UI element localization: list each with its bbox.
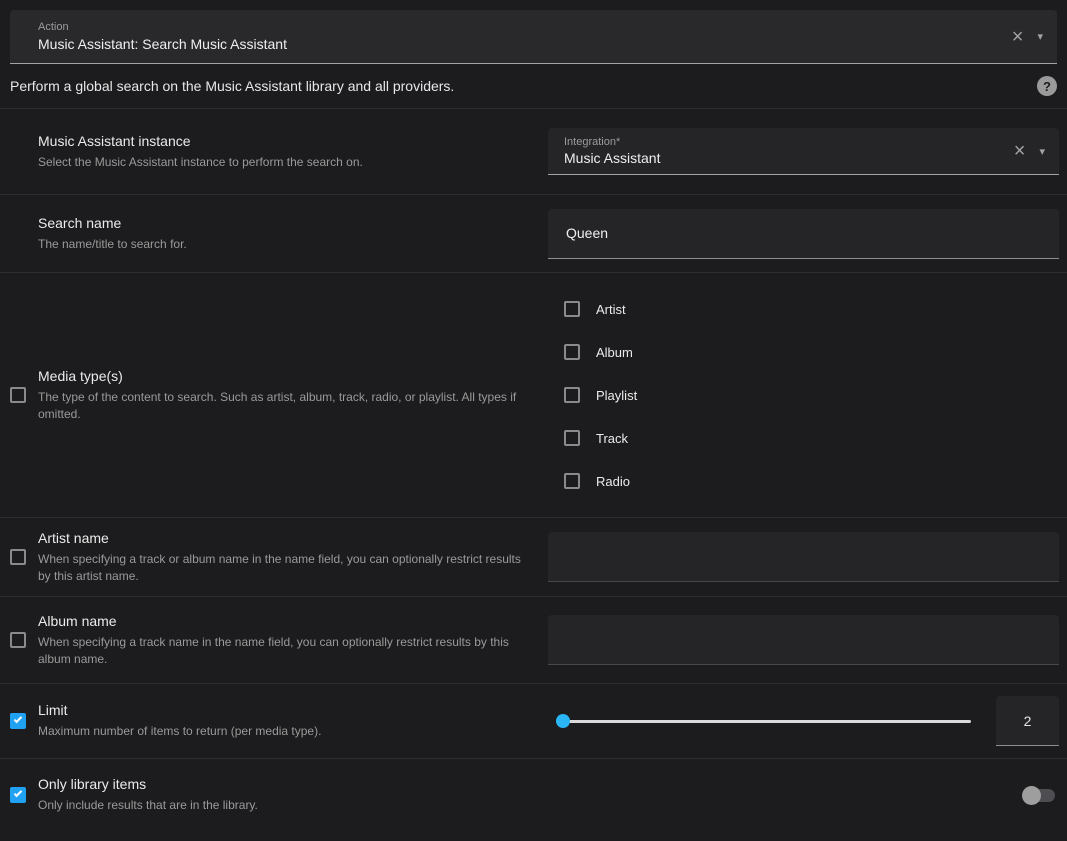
album-name-subtitle: When specifying a track name in the name… — [38, 634, 526, 668]
option-label: Track — [596, 431, 628, 446]
artist-name-field — [548, 532, 1059, 582]
artist-name-input[interactable] — [564, 548, 1043, 566]
integration-select-value: Music Assistant — [564, 150, 1014, 166]
toggle-thumb — [1022, 786, 1041, 805]
action-description: Perform a global search on the Music Ass… — [10, 78, 1037, 94]
media-type-options: Artist Album Playlist Track Radio — [548, 288, 637, 503]
integration-select[interactable]: Integration* Music Assistant × ▾ — [548, 128, 1059, 175]
only-library-title: Only library items — [38, 776, 258, 792]
limit-value: 2 — [1024, 713, 1032, 729]
integration-select-label: Integration* — [564, 136, 1014, 148]
chevron-down-icon[interactable]: ▾ — [1039, 145, 1045, 158]
artist-name-checkbox[interactable] — [10, 549, 26, 565]
limit-value-field[interactable]: 2 — [996, 696, 1059, 746]
clear-icon[interactable]: × — [1014, 141, 1026, 161]
playlist-checkbox[interactable] — [564, 387, 580, 403]
limit-subtitle: Maximum number of items to return (per m… — [38, 723, 321, 740]
field-row-limit: Limit Maximum number of items to return … — [0, 683, 1067, 758]
search-name-input[interactable] — [564, 224, 1043, 242]
only-library-subtitle: Only include results that are in the lib… — [38, 797, 258, 814]
radio-checkbox[interactable] — [564, 473, 580, 489]
only-library-checkbox[interactable] — [10, 787, 26, 803]
album-checkbox[interactable] — [564, 344, 580, 360]
slider-track[interactable] — [556, 720, 971, 723]
action-picker[interactable]: Action Music Assistant: Search Music Ass… — [10, 10, 1057, 64]
search-name-title: Search name — [38, 215, 187, 231]
media-types-checkbox[interactable] — [10, 387, 26, 403]
field-row-only-library: Only library items Only include results … — [0, 758, 1067, 831]
field-row-search-name: Search name The name/title to search for… — [0, 194, 1067, 272]
field-row-instance: Music Assistant instance Select the Musi… — [0, 108, 1067, 194]
media-types-subtitle: The type of the content to search. Such … — [38, 389, 526, 423]
search-name-field — [548, 209, 1059, 259]
album-name-field — [548, 615, 1059, 665]
search-name-subtitle: The name/title to search for. — [38, 236, 187, 253]
artist-checkbox[interactable] — [564, 301, 580, 317]
album-name-checkbox[interactable] — [10, 632, 26, 648]
artist-name-subtitle: When specifying a track or album name in… — [38, 551, 526, 585]
only-library-toggle[interactable] — [1025, 789, 1055, 802]
option-label: Radio — [596, 474, 630, 489]
field-row-media-types: Media type(s) The type of the content to… — [0, 272, 1067, 517]
media-types-title: Media type(s) — [38, 368, 526, 384]
help-icon[interactable]: ? — [1037, 76, 1057, 96]
slider-thumb[interactable] — [556, 714, 570, 728]
option-label: Artist — [596, 302, 626, 317]
media-type-option-album[interactable]: Album — [564, 331, 637, 374]
instance-title: Music Assistant instance — [38, 133, 363, 149]
chevron-down-icon[interactable]: ▾ — [1037, 30, 1043, 43]
check-icon — [14, 715, 22, 723]
limit-slider[interactable] — [556, 713, 971, 729]
action-description-row: Perform a global search on the Music Ass… — [0, 64, 1067, 108]
action-picker-value: Music Assistant: Search Music Assistant — [38, 36, 1012, 52]
limit-title: Limit — [38, 702, 321, 718]
option-label: Album — [596, 345, 633, 360]
action-picker-text: Action Music Assistant: Search Music Ass… — [38, 21, 1012, 52]
option-label: Playlist — [596, 388, 637, 403]
album-name-title: Album name — [38, 613, 526, 629]
limit-checkbox[interactable] — [10, 713, 26, 729]
action-picker-label: Action — [38, 21, 1012, 33]
field-row-artist-name: Artist name When specifying a track or a… — [0, 517, 1067, 596]
album-name-input[interactable] — [564, 631, 1043, 649]
field-row-album-name: Album name When specifying a track name … — [0, 596, 1067, 683]
media-type-option-artist[interactable]: Artist — [564, 288, 637, 331]
artist-name-title: Artist name — [38, 530, 526, 546]
instance-subtitle: Select the Music Assistant instance to p… — [38, 154, 363, 171]
track-checkbox[interactable] — [564, 430, 580, 446]
media-type-option-track[interactable]: Track — [564, 417, 637, 460]
clear-icon[interactable]: × — [1012, 27, 1024, 47]
media-type-option-playlist[interactable]: Playlist — [564, 374, 637, 417]
check-icon — [14, 789, 22, 797]
media-type-option-radio[interactable]: Radio — [564, 460, 637, 503]
